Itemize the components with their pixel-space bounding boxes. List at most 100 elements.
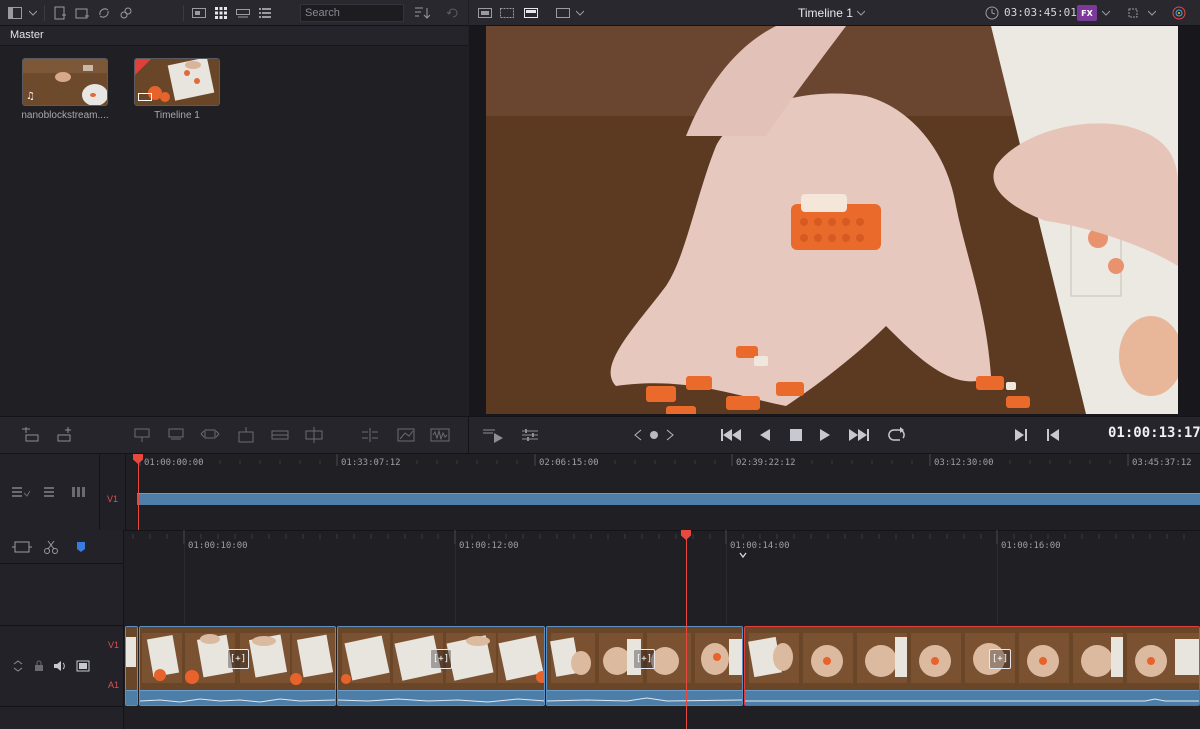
marker-icon[interactable]	[70, 538, 92, 556]
overwrite-clip-icon[interactable]	[302, 424, 326, 446]
audio-level-icon[interactable]	[394, 424, 418, 446]
split-clip-icon[interactable]	[358, 424, 382, 446]
clip-audio-waveform	[338, 690, 544, 705]
view-options-icon[interactable]	[70, 484, 92, 500]
transform-icon[interactable]	[1123, 4, 1143, 22]
stop-icon[interactable]	[785, 424, 807, 446]
timeline-name[interactable]: Timeline 1	[798, 0, 853, 26]
audio-track-options-icon[interactable]	[42, 484, 64, 500]
refresh-icon[interactable]	[442, 3, 464, 23]
timeline-clip-selected[interactable]: [+]	[744, 626, 1200, 706]
chevron-down-icon[interactable]	[573, 4, 587, 22]
search-input[interactable]: Search	[300, 4, 404, 22]
mark-in-icon[interactable]	[1010, 424, 1032, 446]
chevron-down-icon[interactable]	[26, 3, 40, 23]
source-clip-icon[interactable]	[475, 4, 495, 22]
track-v1-label: V1	[107, 494, 119, 504]
overview-ruler[interactable]: 01:00:00:00 01:33:07:12 02:06:15:00 02:3…	[126, 454, 1200, 470]
track-options-icon[interactable]	[10, 484, 32, 500]
color-wheel-icon[interactable]	[1169, 4, 1189, 22]
smart-insert-icon[interactable]	[18, 424, 42, 446]
import-folder-icon[interactable]	[71, 3, 93, 23]
play-reverse-icon[interactable]	[754, 424, 776, 446]
effect-badge[interactable]: [+]	[430, 649, 452, 669]
jog-dot-icon[interactable]	[647, 426, 661, 444]
next-clip-icon[interactable]	[662, 426, 678, 444]
sort-icon[interactable]	[410, 3, 434, 23]
viewer-size-icon[interactable]	[553, 4, 573, 22]
overview-playhead[interactable]	[138, 460, 139, 530]
current-timecode[interactable]: 01:00:13:17	[1108, 425, 1200, 441]
media-pool-grid: ♫ nanoblockstream.... Timeline 1	[0, 46, 468, 416]
ruler-timecode: 03:45:37:12	[1132, 458, 1192, 468]
import-media-icon[interactable]	[49, 3, 71, 23]
grid-view-icon[interactable]	[210, 3, 232, 23]
detail-playhead[interactable]	[686, 536, 687, 729]
overview-track-header	[0, 454, 100, 530]
grid-line	[184, 544, 185, 624]
source-overwrite-icon[interactable]	[234, 424, 258, 446]
ruler-timecode: 01:00:00:00	[144, 458, 204, 468]
ripple-overwrite-icon[interactable]	[130, 424, 154, 446]
track-v1-label: V1	[108, 640, 120, 650]
link-icon[interactable]	[115, 3, 137, 23]
track-height-icon[interactable]	[10, 658, 26, 674]
list-view-icon[interactable]	[254, 3, 276, 23]
header-divider	[0, 625, 124, 626]
overview-clip-bar[interactable]	[137, 493, 1200, 505]
timeline-clip[interactable]: [+]	[139, 626, 336, 706]
ruler-timecode: 01:33:07:12	[341, 458, 401, 468]
timeline-clip[interactable]: [+]	[546, 626, 743, 706]
close-up-icon[interactable]	[164, 424, 188, 446]
waveform-icon[interactable]	[428, 424, 452, 446]
sliders-icon[interactable]	[518, 424, 542, 446]
effect-badge[interactable]: [+]	[989, 649, 1011, 669]
metadata-view-icon[interactable]	[188, 3, 210, 23]
sync-icon[interactable]	[93, 3, 115, 23]
ruler-timecode: 02:39:22:12	[736, 458, 796, 468]
detail-ruler[interactable]: 01:00:10:00 01:00:12:00 01:00:14:00 01:0…	[125, 530, 1200, 556]
insert-clip-icon[interactable]	[268, 424, 292, 446]
timeline-view-icon[interactable]	[521, 4, 541, 22]
clip-video-thumbnails	[126, 627, 137, 691]
timeline-clip[interactable]: [+]	[337, 626, 545, 706]
play-icon[interactable]	[814, 424, 836, 446]
source-timecode: 03:03:45:01	[1004, 6, 1077, 19]
speaker-icon[interactable]	[52, 658, 68, 674]
previous-clip-icon[interactable]	[630, 426, 646, 444]
timeline-zoom-icon[interactable]	[10, 538, 34, 556]
fx-icon[interactable]: FX	[1077, 5, 1097, 21]
chevron-down-icon[interactable]	[1099, 4, 1113, 22]
media-clip-thumbnail[interactable]: ♫	[22, 58, 108, 106]
append-icon[interactable]	[54, 424, 78, 446]
place-on-top-icon[interactable]	[198, 424, 222, 446]
effect-badge[interactable]: [+]	[633, 649, 655, 669]
panel-toggle-icon[interactable]	[4, 3, 26, 23]
ruler-timecode: 01:00:10:00	[188, 541, 248, 551]
video-preview[interactable]	[486, 26, 1178, 414]
timeline-marker-icon[interactable]	[739, 544, 747, 559]
clip-audio-waveform	[126, 690, 137, 705]
loop-icon[interactable]	[884, 424, 908, 446]
bin-name: Master	[10, 29, 44, 41]
source-tape-icon[interactable]	[497, 4, 517, 22]
ruler-timecode: 03:12:30:00	[934, 458, 994, 468]
timeline-clip[interactable]	[125, 626, 138, 706]
mark-out-icon[interactable]	[1042, 424, 1064, 446]
chevron-down-icon[interactable]	[1145, 4, 1159, 22]
toolbar-divider	[468, 417, 469, 455]
media-clip-label: nanoblockstream....	[21, 110, 109, 121]
play-around-icon[interactable]	[480, 424, 506, 446]
header-divider	[0, 563, 124, 564]
strip-view-icon[interactable]	[232, 3, 254, 23]
grid-line	[726, 544, 727, 624]
timeline-thumbnail[interactable]	[134, 58, 220, 106]
timeline-dropdown-chevron-icon[interactable]	[854, 4, 868, 22]
scissors-icon[interactable]	[40, 538, 62, 556]
effect-badge[interactable]: [+]	[227, 649, 249, 669]
go-to-start-icon[interactable]	[718, 424, 744, 446]
header-divider	[0, 706, 124, 707]
monitor-icon[interactable]	[74, 658, 92, 674]
lock-icon[interactable]	[31, 658, 47, 674]
go-to-end-icon[interactable]	[846, 424, 872, 446]
